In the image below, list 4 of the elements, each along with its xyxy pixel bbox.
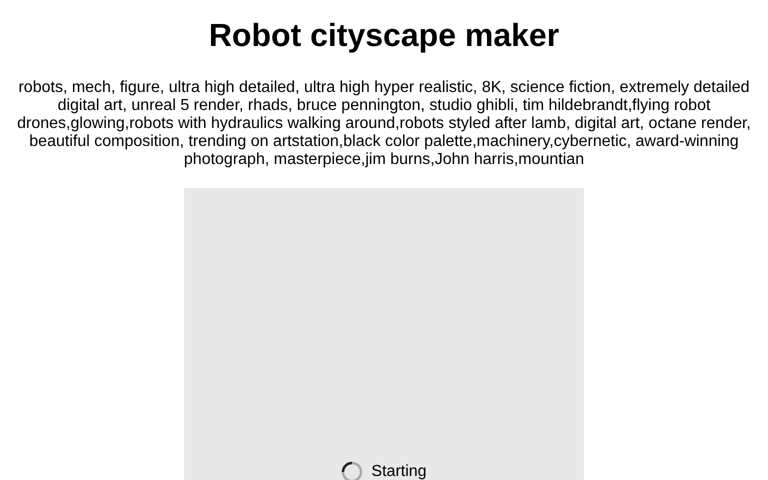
prompt-text: robots, mech, figure, ultra high detailed, ultra high hyper realistic, 8K, science fiction, extremely detailed digital art, unreal 5 render, rhads, bruce pennington, studio ghibli, tim hildebrandt,flying robot drones,glowing,robots with hydraulics walking around,robots styled after lamb, digital art, octane render, beautiful composition, trending on artstation,black color palette,machinery,cybernetic, award-winning photograph, masterpiece,jim burns,John harris,mountian (16, 79, 752, 169)
page-title: Robot cityscape maker (208, 16, 560, 54)
spinner-icon (341, 461, 364, 480)
status-text: Starting (371, 462, 427, 480)
